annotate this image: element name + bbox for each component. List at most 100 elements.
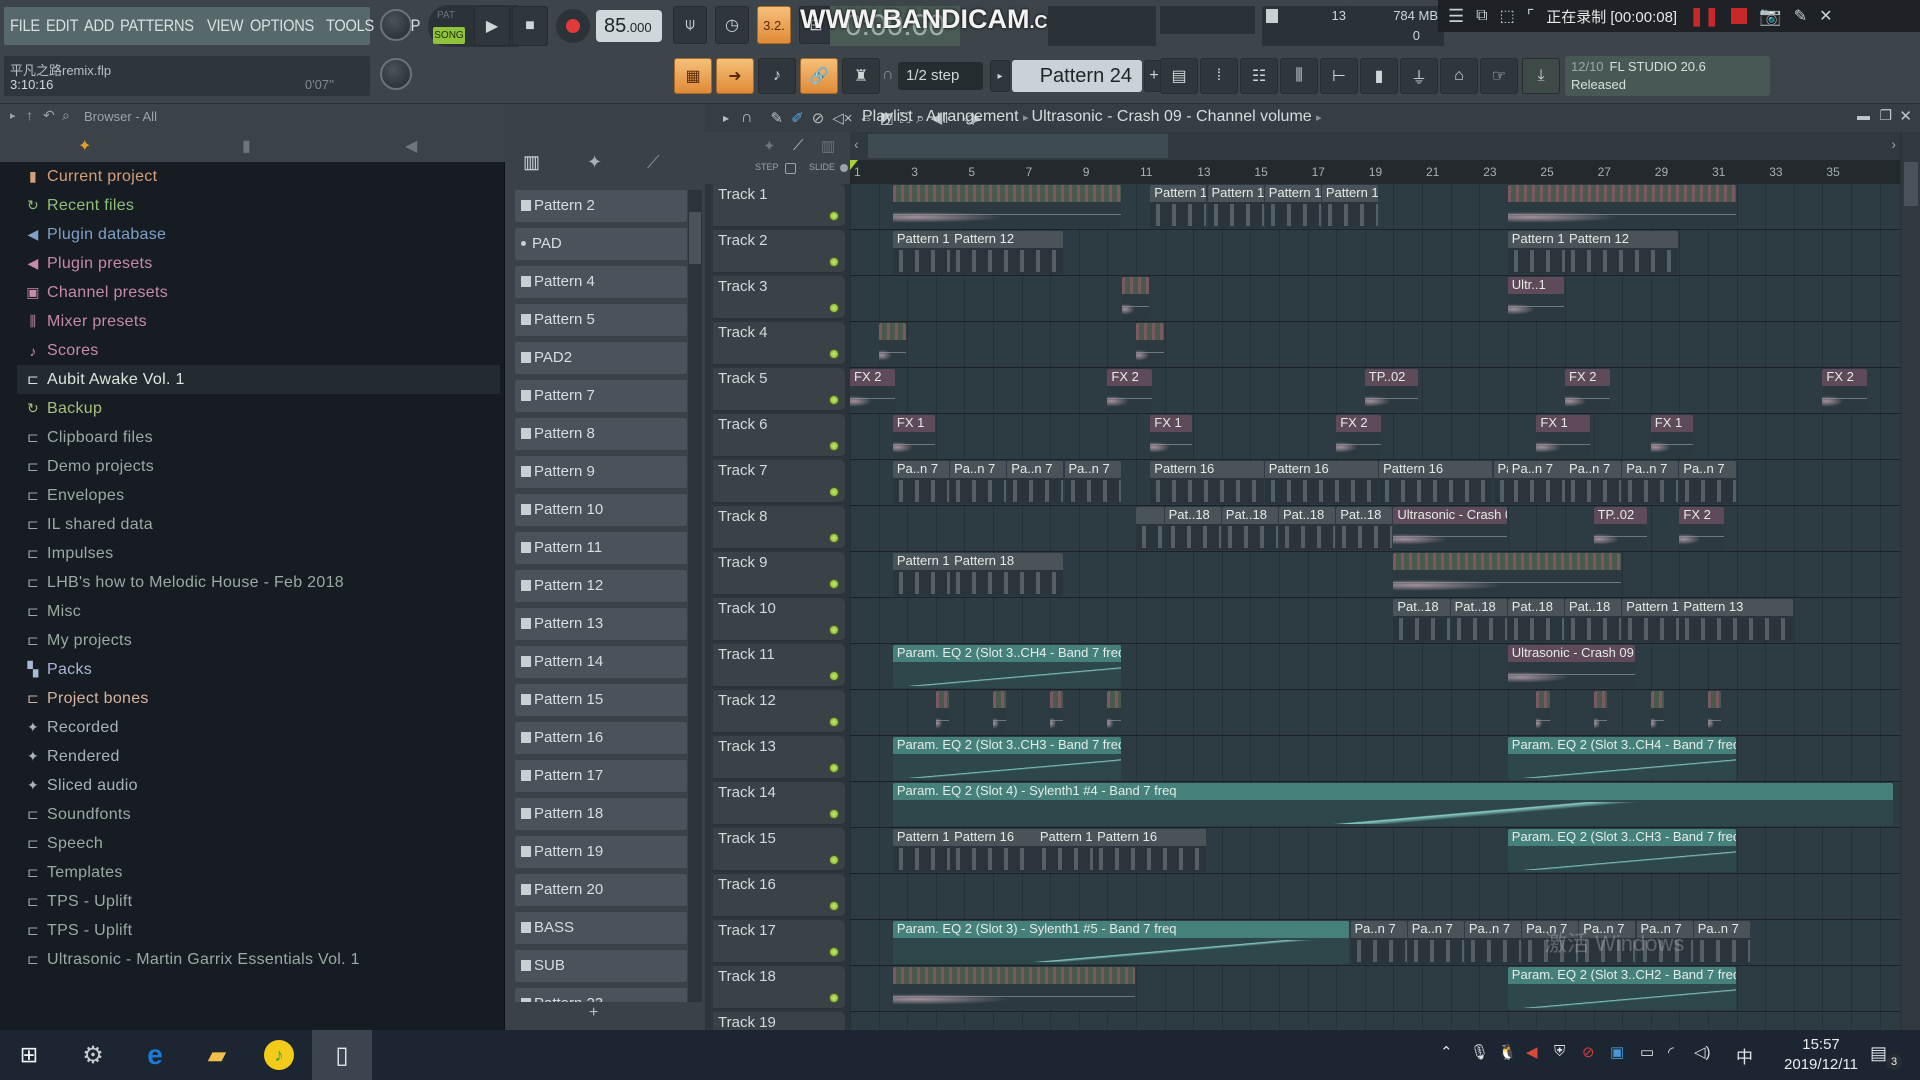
audio-clip[interactable]: FX 2 (1107, 369, 1153, 412)
expand-icon[interactable]: ▸ (723, 111, 729, 125)
browser-item[interactable]: ⊏ Misc (17, 597, 500, 626)
track-header[interactable]: Track 14 (713, 782, 845, 826)
pattern-item[interactable]: Pattern 8 (515, 418, 687, 450)
track-header[interactable]: Track 3 (713, 276, 845, 320)
channel-rack-button[interactable]: ☷ (1240, 58, 1278, 94)
pattern-clip[interactable]: Pattern 16 (1379, 461, 1493, 504)
stop-record-icon[interactable] (1731, 8, 1748, 24)
browser-item[interactable]: ♪ Scores (17, 336, 500, 365)
track-header[interactable]: Track 7 (713, 460, 845, 504)
wait-for-input-button[interactable]: ◷ (715, 6, 749, 44)
audio-clip[interactable]: Ultrasonic - Crash 09 (1393, 507, 1507, 550)
track-header[interactable]: Track 8 (713, 506, 845, 550)
browser-item[interactable]: ⊏ My projects (17, 626, 500, 655)
system-clock[interactable]: 15:57 2019/12/11 (1784, 1035, 1858, 1075)
auto-clip[interactable]: Param. EQ 2 (Slot 3..CH4 - Band 7 freq (892, 645, 1121, 688)
audio-clip[interactable] (1393, 553, 1622, 596)
browser-item[interactable]: ⊏ Soundfonts (17, 800, 500, 829)
step-checkbox[interactable] (785, 163, 796, 174)
audio-clip[interactable] (1121, 277, 1150, 320)
pattern-clip[interactable]: Pa..n 7 (1679, 461, 1736, 504)
pattern-clip[interactable]: Pat..18 (1279, 507, 1336, 550)
pattern-item[interactable]: Pattern 2 (515, 190, 687, 222)
master-pitch-knob[interactable] (380, 58, 412, 90)
audio-clip[interactable]: Ultrasonic - Crash 09 (1507, 645, 1636, 688)
taskbar-qq-music[interactable]: ♪ (252, 1030, 306, 1080)
browser-item[interactable]: ▮ Current project (17, 162, 500, 191)
browser-item[interactable]: ⫼ Mixer presets (17, 307, 500, 336)
track-mute-led[interactable] (829, 579, 839, 589)
record-button[interactable] (556, 9, 590, 43)
pattern-clip[interactable]: Pattern 16 (1264, 461, 1379, 504)
add-pattern-plus[interactable]: + (589, 1004, 598, 1022)
security-icon[interactable]: ⛨ (1554, 1043, 1565, 1060)
pattern-clip[interactable]: Pattern 15 (1264, 185, 1321, 228)
network-blocked-icon[interactable]: ⊘ (1582, 1043, 1595, 1061)
slide-label[interactable]: SLIDE (809, 162, 835, 172)
browser-item[interactable]: ⊏ TPS - Uplift (17, 887, 500, 916)
track-mute-led[interactable] (829, 533, 839, 543)
battery-icon[interactable]: ▭ (1640, 1043, 1654, 1061)
browser-item[interactable]: ▚ Packs (17, 655, 500, 684)
browser-item[interactable]: ⊏ Envelopes (17, 481, 500, 510)
audio-tab-icon[interactable]: ✦ (587, 152, 602, 173)
piano-roll-window-button[interactable]: ⁞ (1200, 58, 1238, 94)
pattern-item[interactable]: Pattern 11 (515, 532, 687, 564)
pattern-clip[interactable]: Pat..18 (1164, 507, 1221, 550)
browser-item[interactable]: ✦ Rendered (17, 742, 500, 771)
track-header[interactable]: Track 1 (713, 184, 845, 228)
track-header[interactable]: Track 11 (713, 644, 845, 688)
browser-button[interactable]: ⊢ (1320, 58, 1358, 94)
link-button[interactable]: 🔗 (800, 58, 838, 94)
step-label[interactable]: STEP (755, 162, 779, 172)
pattern-clip[interactable]: Pat..18 (1336, 507, 1393, 550)
browser-title[interactable]: Browser - All (84, 109, 157, 124)
browser-item[interactable]: ⊏ IL shared data (17, 510, 500, 539)
audio-clip[interactable]: FX 1 (1650, 415, 1693, 458)
pattern-item[interactable]: Pattern 13 (515, 608, 687, 640)
pattern-clip[interactable]: Pat..18 (1221, 507, 1278, 550)
mute-icon[interactable]: ◁× (832, 109, 852, 127)
automation-tab-icon[interactable]: ⟋ (647, 152, 660, 173)
audio-clip[interactable]: FX 2 (1336, 415, 1381, 458)
menu-file[interactable]: FILE (10, 16, 40, 36)
browser-item[interactable]: ⊏ Templates (17, 858, 500, 887)
pencil-icon[interactable]: ✎ (1794, 6, 1807, 26)
pattern-clip[interactable]: Pattern 16 (1150, 461, 1264, 504)
track-header[interactable]: Track 17 (713, 920, 845, 964)
track-mute-led[interactable] (829, 855, 839, 865)
pattern-clip[interactable]: Pattern 15 (1207, 185, 1264, 228)
track-header[interactable]: Track 10 (713, 598, 845, 642)
track-header[interactable]: Track 2 (713, 230, 845, 274)
taskbar-explorer[interactable]: ▰ (190, 1030, 244, 1080)
pattern-clip[interactable]: Pat..18 (1393, 599, 1450, 642)
pattern-item[interactable]: Pattern 10 (515, 494, 687, 526)
news-panel[interactable]: 12/10 FL STUDIO 20.6 Released (1565, 56, 1770, 96)
audio-clip[interactable] (1107, 691, 1121, 734)
browser-item[interactable]: ◀ Plugin presets (17, 249, 500, 278)
up-arrow-icon[interactable]: ↑ (26, 107, 33, 123)
audio-clip[interactable] (892, 967, 1135, 1010)
playlist-button[interactable]: ▤ (1160, 58, 1198, 94)
track-mute-led[interactable] (829, 809, 839, 819)
track-mute-led[interactable] (829, 441, 839, 451)
pattern-clip[interactable]: Pattern 15 (1321, 185, 1379, 228)
audio-clip[interactable]: FX 1 (1150, 415, 1193, 458)
audio-clip[interactable] (1050, 691, 1064, 734)
mixer-button[interactable]: ⫼ (1280, 58, 1318, 94)
scroll-right-icon[interactable]: › (1891, 136, 1896, 152)
overview-viewport[interactable] (868, 134, 1168, 158)
audio-clip[interactable] (1708, 691, 1722, 734)
browser-item[interactable]: ⊏ Project bones (17, 684, 500, 713)
pattern-item[interactable]: Pattern 14 (515, 646, 687, 678)
browser-item[interactable]: ↻ Recent files (17, 191, 500, 220)
multilink-button[interactable]: ♜ (842, 58, 880, 94)
song-mode-button[interactable]: SONG (433, 27, 465, 44)
audio-clip[interactable]: FX 2 (1822, 369, 1868, 412)
tempo-display[interactable]: 85.000 (596, 10, 662, 42)
pattern-item[interactable]: BASS (515, 912, 687, 944)
audio-clip[interactable] (935, 691, 950, 734)
pause-icon[interactable]: ❚❚ (1689, 6, 1719, 27)
pattern-item[interactable]: PAD2 (515, 342, 687, 374)
download-button[interactable]: ⤓ (1522, 58, 1560, 94)
